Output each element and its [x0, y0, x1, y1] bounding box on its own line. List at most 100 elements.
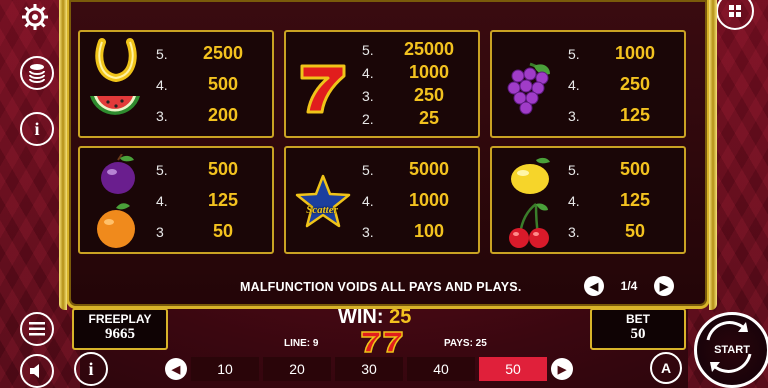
pay-row: 3 50 — [156, 216, 266, 247]
autoplay-label: A — [660, 360, 672, 376]
pay-row: 3. 125 — [568, 100, 678, 131]
info-icon: i — [34, 118, 40, 139]
pay-count: 5. — [568, 161, 580, 178]
pay-count: 4. — [568, 76, 580, 93]
bet-option[interactable]: 20 — [263, 357, 331, 381]
bet-selector: ◀ 10 20 30 40 50 ▶ — [165, 356, 597, 382]
plum-icon — [101, 154, 135, 194]
paytable-pager: ◀ 1/4 ▶ — [584, 276, 674, 296]
pay-count: 4. — [156, 192, 168, 209]
chevron-right-icon: ▶ — [557, 363, 567, 376]
pay-amount: 100 — [413, 221, 445, 241]
bet-option[interactable]: 30 — [335, 357, 403, 381]
pay-count: 3. — [362, 223, 374, 240]
freeplay-panel: FREEPLAY 9665 — [72, 308, 168, 350]
gear-icon — [22, 4, 48, 30]
seven-icon — [300, 64, 346, 114]
pay-count: 4. — [156, 76, 168, 93]
pay-row: 4. 125 — [156, 185, 266, 216]
pay-amount: 500 — [207, 159, 239, 179]
bet-option-selected[interactable]: 50 — [479, 357, 547, 381]
pay-row: 5. 500 — [568, 154, 678, 185]
pay-count: 3. — [568, 223, 580, 240]
pay-amount: 500 — [207, 74, 239, 94]
pay-count: 5. — [362, 161, 374, 178]
orange-icon — [97, 203, 135, 248]
pay-count: 5. — [362, 41, 374, 58]
pay-row: 2. 25 — [362, 107, 472, 130]
paytable-card-horseshoe: 5. 2500 4. 500 3. 200 — [78, 30, 274, 138]
win-value: 25 — [389, 306, 412, 328]
bet-value: 50 — [630, 326, 646, 342]
chevron-left-icon: ◀ — [589, 280, 599, 293]
pay-amount: 25000 — [403, 39, 455, 59]
bet-option[interactable]: 40 — [407, 357, 475, 381]
pay-amount: 125 — [619, 190, 651, 210]
freeplay-value: 9665 — [105, 326, 135, 342]
settings-button[interactable] — [20, 2, 50, 32]
bet-label: BET — [626, 312, 650, 326]
pay-count: 3 — [156, 223, 164, 240]
autoplay-button[interactable]: A — [650, 352, 682, 384]
bet-panel: BET 50 — [590, 308, 686, 350]
bet-decrease-button[interactable]: ◀ — [165, 358, 187, 380]
pay-count: 5. — [156, 161, 168, 178]
pay-amount: 250 — [413, 85, 445, 105]
pay-amount: 1000 — [614, 43, 656, 63]
pay-row: 5. 2500 — [156, 38, 266, 69]
info-icon: i — [88, 358, 94, 379]
win-display: WIN: 25 — [338, 306, 411, 329]
pay-row: 4. 1000 — [362, 185, 472, 216]
pay-amount: 25 — [418, 108, 440, 128]
hamburger-icon — [29, 322, 45, 336]
pay-amount: 50 — [212, 221, 234, 241]
sound-button[interactable] — [20, 354, 54, 388]
pay-count: 5. — [156, 45, 168, 62]
pay-amount: 500 — [619, 159, 651, 179]
pay-amount: 200 — [207, 105, 239, 125]
coins-stack-icon — [29, 64, 45, 83]
paytable-card-scatter: Scatter 5. 5000 4. 1000 3. 100 — [284, 146, 480, 254]
pay-count: 2. — [362, 110, 374, 127]
chevron-right-icon: ▶ — [659, 280, 669, 293]
line-info: LINE: 9 — [284, 338, 319, 349]
grapes-icon — [507, 62, 550, 115]
bet-increase-button[interactable]: ▶ — [551, 358, 573, 380]
pay-amount: 50 — [624, 221, 646, 241]
pay-row: 4. 1000 — [362, 61, 472, 84]
bet-option[interactable]: 10 — [191, 357, 259, 381]
pay-row: 3. 100 — [362, 216, 472, 247]
start-button[interactable]: START — [694, 312, 768, 388]
pay-row: 5. 1000 — [568, 38, 678, 69]
pay-row: 4. 250 — [568, 69, 678, 100]
pay-amount: 1000 — [408, 62, 450, 82]
pay-count: 4. — [362, 64, 374, 81]
pay-amount: 125 — [207, 190, 239, 210]
page-indicator: 1/4 — [620, 279, 638, 293]
paytable-card-seven: 5. 25000 4. 1000 3. 250 2. 25 — [284, 30, 480, 138]
pay-count: 3. — [156, 107, 168, 124]
pay-amount: 125 — [619, 105, 651, 125]
paytable-next-button[interactable]: ▶ — [654, 276, 674, 296]
pay-row: 4. 125 — [568, 185, 678, 216]
pay-row: 3. 250 — [362, 84, 472, 107]
coins-button[interactable] — [20, 56, 54, 90]
paytable-grid: 5. 2500 4. 500 3. 200 5. 25000 4. 1000 3. 250 … — [78, 30, 690, 256]
pay-amount: 1000 — [408, 190, 450, 210]
home-icon — [729, 5, 741, 17]
info-button[interactable]: i — [20, 112, 54, 146]
menu-button[interactable] — [20, 312, 54, 346]
paytable-info-button[interactable]: i — [74, 352, 108, 386]
paytable-prev-button[interactable]: ◀ — [584, 276, 604, 296]
pay-amount: 2500 — [202, 43, 244, 63]
scatter-star-icon — [295, 174, 351, 228]
scatter-label: Scatter — [306, 204, 338, 216]
pay-row: 5. 25000 — [362, 38, 472, 61]
pay-count: 4. — [568, 192, 580, 209]
paytable-card-plum: 5. 500 4. 125 3 50 — [78, 146, 274, 254]
cherries-icon — [509, 203, 549, 248]
pay-amount: 250 — [619, 74, 651, 94]
pay-count: 3. — [568, 107, 580, 124]
win-label: WIN: — [338, 306, 384, 328]
speaker-icon — [30, 364, 39, 378]
